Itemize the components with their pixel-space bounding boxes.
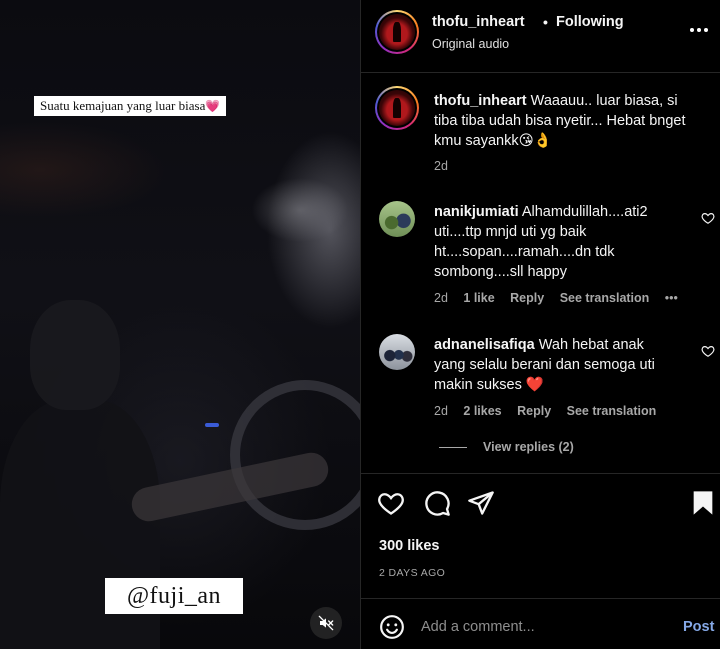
video-player[interactable]: Suatu kemajuan yang luar biasa💗 @fuji_an (0, 0, 360, 649)
commenter-avatar[interactable] (379, 334, 415, 370)
share-send-icon[interactable] (467, 489, 495, 517)
comments-section[interactable]: thofu_inheart Waaauu.. luar biasa, si ti… (361, 73, 720, 473)
see-translation-button[interactable]: See translation (567, 404, 657, 418)
header-separator: • (543, 14, 548, 30)
post-caption: thofu_inheart Waaauu.. luar biasa, si ti… (434, 91, 704, 151)
post-header: thofu_inheart • Following Original audio (361, 0, 720, 73)
post-details-panel: thofu_inheart • Following Original audio… (360, 0, 720, 649)
comment-like-count[interactable]: 1 like (463, 291, 494, 305)
mute-button[interactable] (310, 607, 342, 639)
video-caption-text: Suatu kemajuan yang luar biasa (40, 98, 206, 113)
video-caption-sticker: Suatu kemajuan yang luar biasa💗 (34, 96, 227, 116)
view-replies-button[interactable]: View replies (2) (439, 440, 574, 454)
like-comment-heart-icon[interactable] (701, 344, 715, 358)
reply-button[interactable]: Reply (510, 291, 544, 305)
more-options-button[interactable] (687, 18, 711, 42)
commenter-avatar[interactable] (379, 201, 415, 237)
comment-timestamp[interactable]: 2d (434, 291, 448, 305)
more-horizontal-icon (690, 28, 708, 32)
caption-timestamp[interactable]: 2d (434, 159, 448, 173)
comment-meta: 2d 2 likes Reply See translation (434, 404, 668, 418)
reply-button[interactable]: Reply (517, 404, 551, 418)
following-button[interactable]: Following (556, 14, 624, 30)
comment-options-button[interactable]: ••• (665, 291, 678, 305)
caption-username[interactable]: thofu_inheart (434, 93, 527, 109)
post-comment-button[interactable]: Post (683, 619, 714, 635)
author-username[interactable]: thofu_inheart (432, 14, 525, 30)
heart-emoji-icon: 💗 (205, 99, 221, 113)
add-comment-bar: Post (361, 598, 720, 649)
author-avatar[interactable] (375, 10, 419, 54)
mention-tag-sticker[interactable]: @fuji_an (105, 578, 243, 614)
video-frame-head (30, 300, 120, 410)
comment-body: nanikjumiati Alhamdulillah....ati2 uti..… (434, 202, 679, 282)
speaker-muted-icon (318, 615, 334, 631)
replies-divider (439, 446, 467, 448)
comment-timestamp[interactable]: 2d (434, 404, 448, 418)
comment-username[interactable]: adnanelisafiqa (434, 337, 535, 353)
original-audio-link[interactable]: Original audio (432, 37, 509, 51)
save-bookmark-icon[interactable] (689, 489, 717, 517)
comment-body: adnanelisafiqa Wah hebat anak yang selal… (434, 335, 679, 395)
post-actions: 300 likes 2 DAYS AGO (361, 473, 720, 597)
view-replies-label: View replies (2) (483, 440, 574, 454)
like-heart-icon[interactable] (377, 489, 405, 517)
comment-bubble-icon[interactable] (423, 489, 451, 517)
caption-author-avatar[interactable] (375, 86, 419, 130)
like-count[interactable]: 300 likes (379, 538, 439, 554)
emoji-smiley-icon[interactable] (379, 614, 405, 640)
comment-meta: 2d 1 like Reply See translation ••• (434, 291, 690, 305)
video-frame-dashboard-light (205, 423, 219, 427)
comment-like-count[interactable]: 2 likes (463, 404, 501, 418)
see-translation-button[interactable]: See translation (560, 291, 650, 305)
comment-input[interactable] (421, 613, 671, 641)
comment-username[interactable]: nanikjumiati (434, 204, 519, 220)
post-date[interactable]: 2 DAYS AGO (379, 567, 445, 579)
like-comment-heart-icon[interactable] (701, 211, 715, 225)
